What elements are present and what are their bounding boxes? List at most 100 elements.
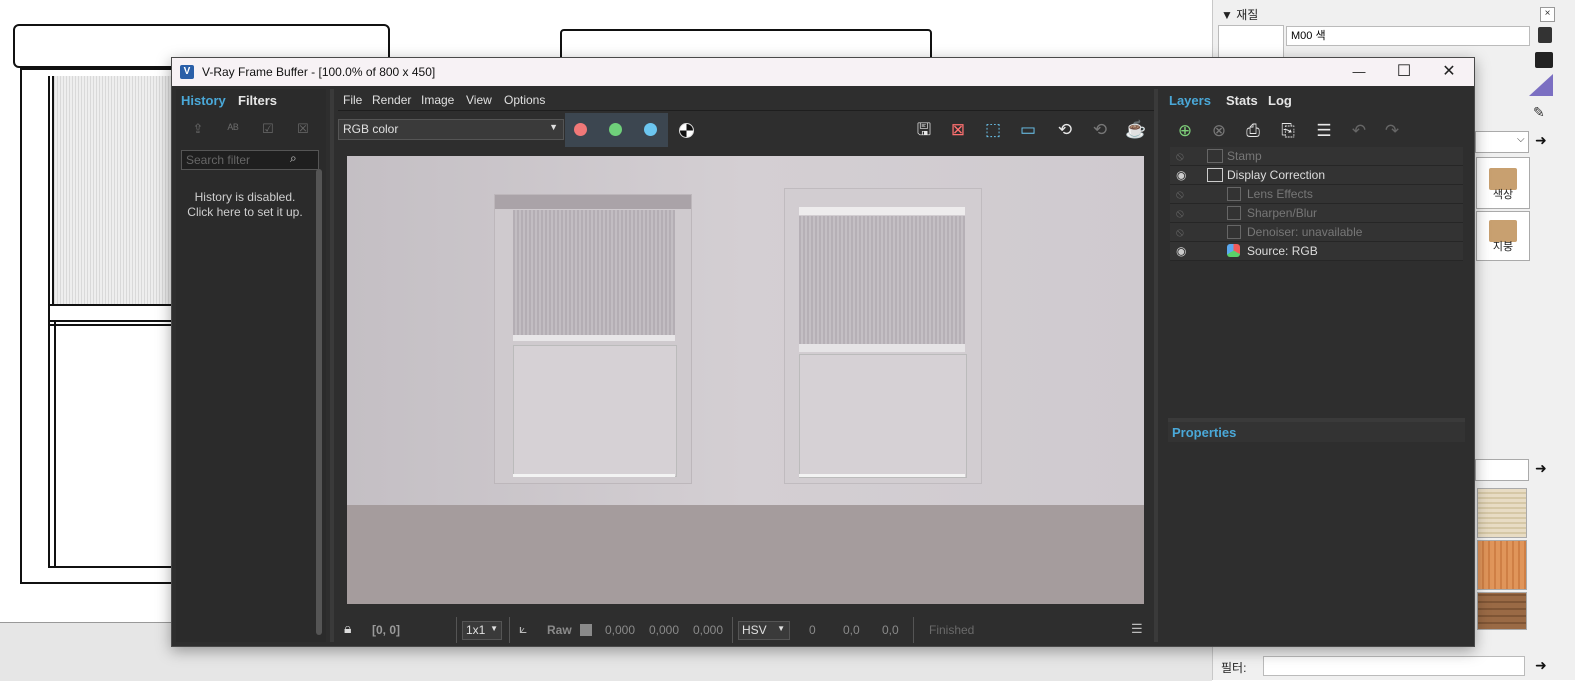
tab-log[interactable]: Log [1268, 93, 1292, 108]
close-icon[interactable]: × [1540, 7, 1555, 22]
render-floor [347, 505, 1144, 604]
material-tile[interactable]: 색상 [1476, 157, 1530, 209]
tile-label: 지붕 [1492, 241, 1514, 253]
menu-render[interactable]: Render [372, 93, 411, 107]
log-icon[interactable]: ☰ [1131, 621, 1143, 637]
layer-label: Source: RGB [1247, 244, 1318, 258]
blue-channel-button[interactable] [644, 123, 657, 136]
eye-icon[interactable]: ⦸ [1176, 204, 1184, 222]
eye-icon[interactable]: ◉ [1176, 242, 1186, 260]
menu-file[interactable]: File [343, 93, 362, 107]
clear-image-icon[interactable]: ⊠ [945, 118, 971, 142]
delete-layer-icon[interactable]: ⊗ [1206, 119, 1232, 143]
history-panel: History Filters ⇪ ᴬᴮ ☑ ☒ Search filter ⌕… [176, 89, 326, 642]
layer-row[interactable]: ⦸ Sharpen/Blur [1170, 204, 1463, 223]
paint-triangle-icon[interactable] [1529, 74, 1553, 96]
layer-label: Stamp [1227, 149, 1262, 163]
filter-label: 필터: [1221, 661, 1247, 675]
eye-icon[interactable]: ◉ [1176, 166, 1186, 184]
close-button[interactable]: ✕ [1426, 58, 1472, 86]
tile-label: 색상 [1492, 189, 1514, 201]
add-layer-icon[interactable]: ⊕ [1172, 119, 1198, 143]
details-arrow-icon[interactable]: ➜ [1535, 132, 1547, 149]
layer-label: Lens Effects [1247, 187, 1313, 201]
window-title: V-Ray Frame Buffer - [100.0% of 800 x 45… [202, 65, 436, 79]
denoiser-icon [1227, 225, 1241, 239]
maximize-button[interactable]: ☐ [1381, 58, 1427, 86]
hsv-value-v: 0,0 [882, 623, 899, 637]
eyedropper-icon[interactable]: ✎ [1533, 104, 1551, 120]
filter-input[interactable] [1263, 656, 1525, 676]
layer-label: Sharpen/Blur [1247, 206, 1318, 220]
check-icon[interactable]: ☑ [258, 121, 278, 137]
delete-history-icon[interactable]: ☒ [293, 121, 313, 137]
curve-icon[interactable]: ⟀ [519, 620, 527, 637]
properties-label: Properties [1172, 425, 1237, 440]
color-mode-select[interactable]: HSV ▼ [738, 621, 790, 640]
layer-row[interactable]: ◉ Source: RGB [1170, 242, 1463, 261]
red-channel-button[interactable] [574, 123, 587, 136]
interactive-render-icon[interactable]: ⟲ [1052, 118, 1078, 142]
raw-value-r: 0,000 [605, 623, 636, 637]
layer-row[interactable]: ⦸ Denoiser: unavailable [1170, 223, 1463, 242]
history-disabled-message[interactable]: History is disabled. Click here to set i… [178, 190, 312, 220]
layer-label: Display Correction [1227, 168, 1326, 182]
alpha-channel-icon[interactable] [679, 123, 694, 138]
menu-image[interactable]: Image [421, 93, 454, 107]
load-layers-icon[interactable]: ⎘ [1275, 119, 1301, 143]
ab-compare-icon[interactable]: ᴬᴮ [223, 121, 243, 137]
save-image-icon[interactable]: 🖫 [911, 118, 937, 142]
hsv-value-h: 0 [809, 623, 816, 637]
tab-filters[interactable]: Filters [238, 93, 277, 108]
region-render-icon[interactable]: ▭ [1015, 118, 1041, 142]
title-bar[interactable]: V V-Ray Frame Buffer - [100.0% of 800 x … [172, 58, 1474, 86]
eye-icon[interactable]: ⦸ [1176, 223, 1184, 241]
select-dropdown-lower[interactable] [1475, 459, 1529, 481]
left-splitter[interactable] [330, 89, 334, 642]
history-scrollbar[interactable] [316, 169, 322, 635]
details-arrow-icon[interactable]: ➜ [1535, 657, 1547, 674]
texture-swatch-orange[interactable] [1477, 540, 1527, 590]
eye-icon[interactable]: ⦸ [1176, 147, 1184, 165]
material-tile[interactable]: 지붕 [1476, 211, 1530, 261]
material-name-field[interactable]: M00 색 [1286, 26, 1530, 46]
save-history-icon[interactable]: ⇪ [188, 121, 208, 137]
details-arrow-icon[interactable]: ➜ [1535, 460, 1547, 477]
layer-presets-icon[interactable]: ☰ [1311, 119, 1337, 143]
vray-logo-icon: V [180, 65, 194, 79]
cube-icon[interactable] [1535, 52, 1553, 68]
eye-icon[interactable]: ⦸ [1176, 185, 1184, 203]
minimize-button[interactable]: — [1336, 58, 1382, 86]
menu-view[interactable]: View [466, 93, 492, 107]
menu-options[interactable]: Options [504, 93, 545, 107]
save-layers-icon[interactable]: ⎙ [1240, 119, 1266, 143]
history-disabled-line1: History is disabled. [194, 190, 296, 204]
material-panel-title[interactable]: ▼ 재질 [1221, 6, 1258, 23]
green-channel-button[interactable] [609, 123, 622, 136]
layer-row[interactable]: ⦸ Stamp [1170, 147, 1463, 166]
texture-swatch-wood[interactable] [1477, 488, 1527, 538]
tab-history[interactable]: History [181, 93, 226, 108]
raw-value-b: 0,000 [693, 623, 724, 637]
render-last-icon[interactable]: ⟲ [1087, 118, 1113, 142]
redo-icon[interactable]: ↷ [1379, 119, 1405, 143]
tab-stats[interactable]: Stats [1226, 93, 1258, 108]
texture-swatch-brown[interactable] [1477, 592, 1527, 630]
lock-icon[interactable]: 🔒︎ [344, 620, 351, 637]
bg-window-left-screen [52, 76, 175, 304]
undo-icon[interactable]: ↶ [1346, 119, 1372, 143]
sample-size-select[interactable]: 1x1 ▼ [462, 621, 502, 640]
render-window-left [494, 194, 692, 484]
channel-select[interactable]: RGB color ▼ [338, 119, 564, 140]
search-filter-input[interactable]: Search filter [181, 150, 319, 170]
layer-row[interactable]: ⦸ Lens Effects [1170, 185, 1463, 204]
render-teapot-icon[interactable]: ☕ [1123, 118, 1149, 142]
track-mouse-icon[interactable]: ⬚ [980, 118, 1006, 142]
rendered-image[interactable] [347, 156, 1144, 604]
chevron-down-icon: ⌵ [1517, 134, 1525, 145]
create-material-icon[interactable] [1538, 27, 1552, 43]
layer-row[interactable]: ◉ Display Correction [1170, 166, 1463, 185]
render-window-right [784, 188, 982, 484]
tab-layers[interactable]: Layers [1169, 93, 1211, 108]
right-splitter[interactable] [1154, 89, 1158, 642]
